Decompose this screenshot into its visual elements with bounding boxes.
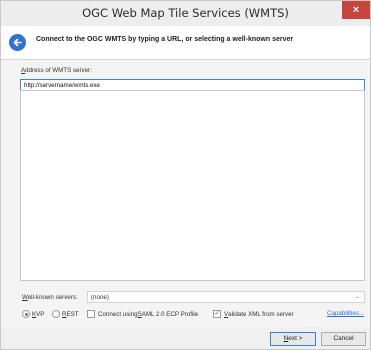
saml-prefix: Connect using	[98, 310, 138, 318]
well-known-servers-select[interactable]: (none) ⌄	[87, 291, 365, 303]
saml-checkbox-box[interactable]	[87, 310, 95, 318]
server-results-area[interactable]	[20, 90, 365, 281]
chevron-down-icon: ⌄	[354, 294, 360, 300]
rest-label: EST	[66, 310, 79, 318]
saml-label: AML 2.0 ECP Profile	[141, 310, 199, 318]
title-bar: OGC Web Map Tile Services (WMTS) ×	[1, 1, 370, 26]
close-button[interactable]: ×	[342, 1, 370, 19]
address-label: Address of WMTS server:	[21, 67, 92, 74]
validate-checkbox-box[interactable]: ✓	[213, 310, 221, 318]
wizard-header: Connect to the OGC WMTS by typing a URL,…	[1, 26, 370, 60]
cancel-button[interactable]: Cancel	[321, 332, 366, 346]
well-known-selected-value: (none)	[91, 294, 109, 301]
validate-label: alidate XML from server	[228, 310, 294, 318]
back-button[interactable]	[9, 34, 26, 51]
saml-checkbox[interactable]: Connect using S AML 2.0 ECP Profile	[87, 310, 198, 318]
window-title: OGC Web Map Tile Services (WMTS)	[82, 6, 289, 20]
well-known-label-text: ell-known servers:	[27, 294, 78, 301]
next-label: ext >	[288, 335, 303, 342]
next-button[interactable]: Next >	[270, 332, 316, 346]
header-instruction: Connect to the OGC WMTS by typing a URL,…	[36, 36, 294, 43]
rest-radio[interactable]: R EST	[52, 310, 79, 318]
well-known-label: Well-known servers:	[22, 294, 78, 301]
address-label-text: ddress of WMTS server:	[25, 67, 92, 74]
dialog-window: OGC Web Map Tile Services (WMTS) × Conne…	[0, 0, 371, 350]
kvp-label: VP	[36, 310, 45, 318]
arrow-left-icon	[13, 38, 22, 47]
kvp-radio-indicator[interactable]	[22, 310, 30, 318]
capabilities-link[interactable]: Capabilities...	[327, 310, 364, 317]
rest-radio-indicator[interactable]	[52, 310, 60, 318]
validate-xml-checkbox[interactable]: ✓ Validate XML from server	[213, 310, 294, 318]
kvp-radio[interactable]: K VP	[22, 310, 44, 318]
